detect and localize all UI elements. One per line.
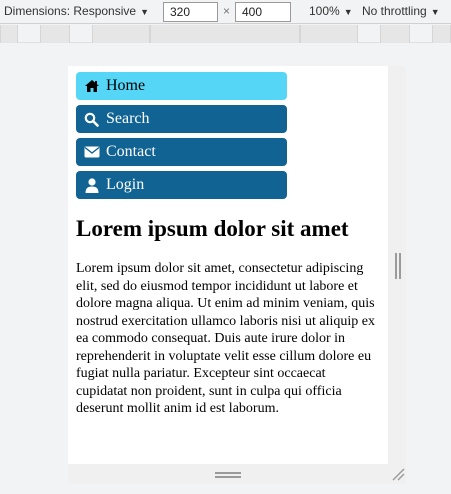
width-input[interactable]: 320 xyxy=(163,2,218,22)
nav-item-login[interactable]: Login xyxy=(76,171,287,199)
nav-item-search[interactable]: Search xyxy=(76,105,287,133)
search-icon xyxy=(83,111,100,127)
media-query-segment[interactable] xyxy=(300,25,358,43)
height-input[interactable]: 400 xyxy=(235,2,291,22)
body-paragraph: Lorem ipsum dolor sit amet, consectetur … xyxy=(76,261,375,416)
device-viewport: Home Search Contact Login Lorem ipsum do… xyxy=(68,66,388,464)
times-separator: × xyxy=(223,4,231,18)
right-resize-handle[interactable] xyxy=(395,253,401,279)
media-query-segment[interactable] xyxy=(40,25,70,43)
nav-label-home: Home xyxy=(106,77,146,94)
nav-label-login: Login xyxy=(106,176,145,193)
chevron-down-icon: ▼ xyxy=(140,7,149,17)
media-query-bar xyxy=(0,25,451,43)
page-title: Lorem ipsum dolor sit amet xyxy=(76,216,349,241)
bottom-resize-handle[interactable] xyxy=(215,472,241,478)
media-query-segment[interactable] xyxy=(150,25,300,43)
corner-resize-icon[interactable] xyxy=(391,467,405,481)
zoom-dropdown[interactable]: 100% ▼ xyxy=(309,4,353,18)
media-query-segment[interactable] xyxy=(432,25,451,43)
nav-item-contact[interactable]: Contact xyxy=(76,138,287,166)
envelope-icon xyxy=(83,144,100,160)
nav-item-home[interactable]: Home xyxy=(76,72,287,100)
nav-label-contact: Contact xyxy=(106,143,156,160)
media-query-segment[interactable] xyxy=(92,25,150,43)
media-query-segment[interactable] xyxy=(380,25,410,43)
media-query-segment[interactable] xyxy=(0,25,18,43)
chevron-down-icon: ▼ xyxy=(343,7,353,17)
user-icon xyxy=(83,177,100,193)
zoom-label: 100% xyxy=(309,4,340,18)
device-toolbar: Dimensions: Responsive ▼ 320 × 400 100% ▼ … xyxy=(0,0,451,24)
throttling-label: No throttling xyxy=(362,4,427,18)
nav-menu: Home Search Contact Login xyxy=(76,72,287,204)
home-icon xyxy=(83,78,100,94)
throttling-dropdown[interactable]: No throttling ▼ xyxy=(362,4,440,18)
nav-label-search: Search xyxy=(106,110,150,127)
dimensions-dropdown[interactable]: Dimensions: Responsive ▼ xyxy=(4,4,149,18)
chevron-down-icon: ▼ xyxy=(430,7,440,17)
dimensions-label: Dimensions: Responsive xyxy=(4,4,137,18)
